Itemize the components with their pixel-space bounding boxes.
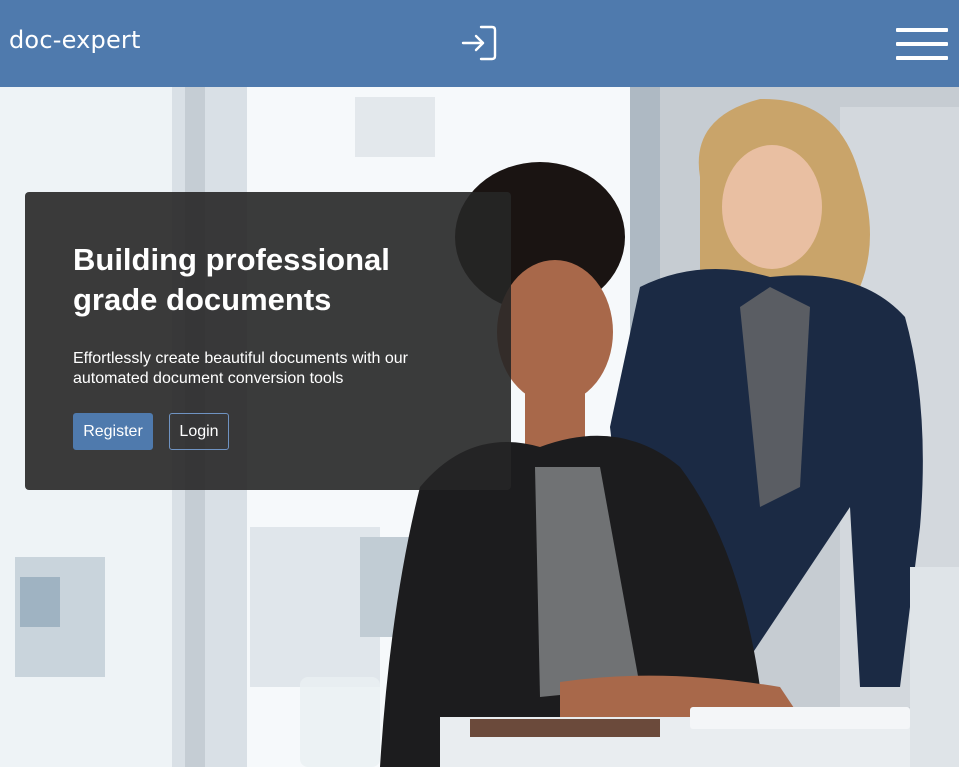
hamburger-menu-icon[interactable]: [896, 28, 948, 62]
hero-subtitle: Effortlessly create beautiful documents …: [73, 350, 408, 387]
hero-card: Building professional grade documents Ef…: [25, 192, 511, 490]
hero-section: Building professional grade documents Ef…: [0, 87, 959, 767]
hero-title: Building professional grade documents: [73, 242, 390, 317]
login-button[interactable]: Login: [169, 413, 229, 450]
brand-logo-text[interactable]: doc-expert: [9, 26, 141, 54]
top-navbar: doc-expert: [0, 0, 959, 87]
register-button[interactable]: Register: [73, 413, 153, 450]
login-arrow-icon[interactable]: [459, 24, 497, 62]
